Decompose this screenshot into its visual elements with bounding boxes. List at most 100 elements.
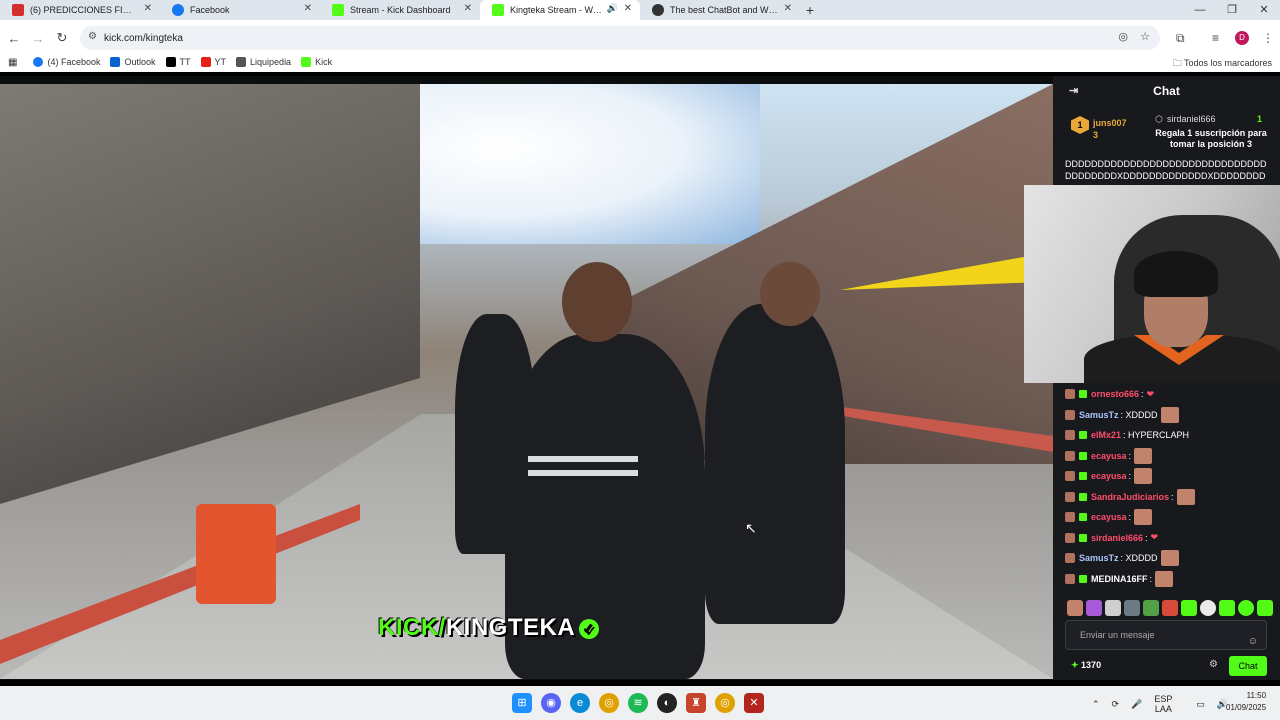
obs-icon[interactable]: ◐ [657, 693, 677, 713]
avatar[interactable]: D [1235, 31, 1249, 45]
video-player[interactable]: KICK/KINGTEKA ✓ ↖ [0, 84, 1053, 679]
chat-messages: ornesto666: ❤ SamusTz: XDDDD elMx21: HYPERC… [1065, 384, 1275, 589]
emote-icon[interactable] [1124, 600, 1140, 616]
forward-icon[interactable]: → [26, 31, 50, 46]
new-tab-button[interactable]: + [800, 0, 820, 20]
system-clock[interactable]: 11:50 01/09/2025 [1226, 690, 1266, 714]
emote-icon[interactable] [1067, 600, 1083, 616]
close-icon[interactable]: ✕ [624, 3, 632, 14]
sub-badge-icon [1079, 574, 1087, 583]
star-icon[interactable]: ☆ [1140, 30, 1150, 43]
url-bar[interactable]: ⚙ kick.com/kingteka ◎ ☆ [80, 26, 1160, 50]
tray-expand-icon[interactable]: ⌃ [1092, 699, 1100, 710]
close-icon[interactable]: ✕ [144, 3, 152, 14]
speaker-icon[interactable]: 🔊 [607, 3, 618, 14]
video-head-center [562, 262, 632, 342]
sync-icon[interactable]: ⟳ [1112, 699, 1120, 710]
emote-icon[interactable] [1143, 600, 1159, 616]
gifter-count: 1 [1257, 114, 1263, 124]
emote-icon[interactable] [1257, 600, 1273, 616]
minimize-icon[interactable]: — [1184, 0, 1216, 20]
dota-icon[interactable]: ✕ [744, 693, 764, 713]
video-reflective-stripes [528, 470, 638, 476]
discord-icon[interactable]: ◉ [541, 693, 561, 713]
all-bookmarks[interactable]: 🗀 Todos los marcadores [1173, 56, 1272, 72]
close-window-icon[interactable]: ✕ [1248, 0, 1280, 20]
tab-kingteka-stream[interactable]: Kingteka Stream - Watch Li... 🔊 ✕ [480, 0, 640, 20]
spotify-icon[interactable]: ≋ [628, 693, 648, 713]
user-avatar [1065, 512, 1075, 523]
extensions-icon[interactable]: ⧉ [1176, 31, 1185, 46]
chat-username[interactable]: ornesto666 [1091, 389, 1139, 399]
microphone-icon[interactable]: 🎤 [1131, 699, 1142, 710]
address-toolbar: ← → ↻ ⚙ kick.com/kingteka ◎ ☆ ⧉ ≡ D ⋮ [0, 20, 1280, 56]
bookmark-youtube[interactable]: YT [200, 57, 226, 67]
more-menu-icon[interactable]: ⋮ [1262, 31, 1274, 45]
emoji-icon[interactable]: ☺ [1248, 628, 1258, 656]
chat-text: : [1128, 450, 1132, 461]
close-icon[interactable]: ✕ [464, 3, 472, 14]
user-avatar [1065, 471, 1075, 482]
chrome-icon[interactable]: ◎ [599, 693, 619, 713]
chat-username[interactable]: SamusTz [1079, 410, 1119, 420]
sub-badge-icon [1079, 431, 1087, 440]
kick-icon [492, 4, 504, 16]
chat-settings-icon[interactable]: ⚙ [1209, 659, 1218, 670]
user-avatar [1065, 450, 1075, 461]
site-info-icon[interactable]: ⚙ [88, 31, 97, 42]
tab-kick-dashboard[interactable]: Stream - Kick Dashboard ✕ [320, 0, 480, 20]
tab-label: (6) PREDICCIONES FINALES, EC... [30, 5, 138, 15]
collapse-chat-icon[interactable]: ⇥ [1069, 84, 1078, 97]
emote-icon[interactable] [1162, 600, 1178, 616]
emote-icon[interactable] [1219, 600, 1235, 616]
channel-points[interactable]: ✦ 1370 [1071, 660, 1101, 671]
language-indicator[interactable]: ESP LAA [1154, 694, 1184, 714]
eye-off-icon[interactable]: ◎ [1118, 30, 1128, 43]
emote-icon[interactable] [1200, 600, 1216, 616]
emote-icon[interactable] [1181, 600, 1197, 616]
chat-message-input[interactable]: Enviar un mensaje ☺ [1065, 620, 1267, 650]
tab-predicciones[interactable]: (6) PREDICCIONES FINALES, EC... ✕ [0, 0, 160, 20]
chat-username[interactable]: SamusTz [1079, 553, 1119, 563]
apps-grid-icon[interactable]: ▦ [8, 57, 17, 68]
edge-icon[interactable]: e [570, 693, 590, 713]
reload-icon[interactable]: ↻ [50, 30, 74, 46]
emote-icon[interactable] [1105, 600, 1121, 616]
chat-username[interactable]: sirdaniel666 [1091, 533, 1143, 543]
window-controls: — ❐ ✕ [1184, 0, 1280, 20]
maximize-icon[interactable]: ❐ [1216, 0, 1248, 20]
bookmark-kick[interactable]: Kick [301, 57, 332, 67]
user-avatar [1065, 491, 1075, 502]
bookmark-tiktok[interactable]: TT [165, 57, 191, 67]
chat-username[interactable]: elMx21 [1091, 430, 1121, 440]
close-icon[interactable]: ✕ [784, 3, 792, 14]
send-chat-button[interactable]: Chat [1229, 656, 1267, 676]
tab-facebook[interactable]: Facebook ✕ [160, 0, 320, 20]
game-icon[interactable]: ♜ [686, 693, 706, 713]
chat-username[interactable]: MEDINA16FF [1091, 574, 1148, 584]
media-icon[interactable]: ≡ [1212, 31, 1219, 45]
bookmark-facebook[interactable]: (4) Facebook [33, 57, 100, 67]
video-reflective-stripes [528, 456, 638, 462]
chat-message: MEDINA16FF: [1065, 569, 1275, 590]
chat-message: SandraJudiciarios: [1065, 487, 1275, 508]
chat-username[interactable]: SandraJudiciarios [1091, 492, 1169, 502]
chat-username[interactable]: ecayusa [1091, 471, 1127, 481]
network-icon[interactable]: ▭ [1196, 699, 1205, 710]
tiktok-icon [165, 57, 176, 67]
back-icon[interactable]: ← [2, 31, 26, 46]
gift-leaderboard[interactable]: 1 juns007 3 ⬡ sirdaniel666 1 Regala 1 su… [1071, 112, 1271, 152]
windows-start-icon[interactable]: ⊞ [512, 693, 532, 713]
user-avatar [1065, 573, 1075, 584]
emote-icon[interactable] [1238, 600, 1254, 616]
chat-username[interactable]: ecayusa [1091, 451, 1127, 461]
bookmark-liquipedia[interactable]: Liquipedia [236, 57, 291, 67]
video-person-right [705, 304, 845, 624]
chat-username[interactable]: ecayusa [1091, 512, 1127, 522]
tab-chatbot-widgets[interactable]: The best ChatBot and Widgets ✕ [640, 0, 800, 20]
bookmark-outlook[interactable]: Outlook [110, 57, 156, 67]
close-icon[interactable]: ✕ [304, 3, 312, 14]
tab-label: Stream - Kick Dashboard [350, 5, 451, 15]
chrome-profile-icon[interactable]: ◎ [715, 693, 735, 713]
emote-icon[interactable] [1086, 600, 1102, 616]
